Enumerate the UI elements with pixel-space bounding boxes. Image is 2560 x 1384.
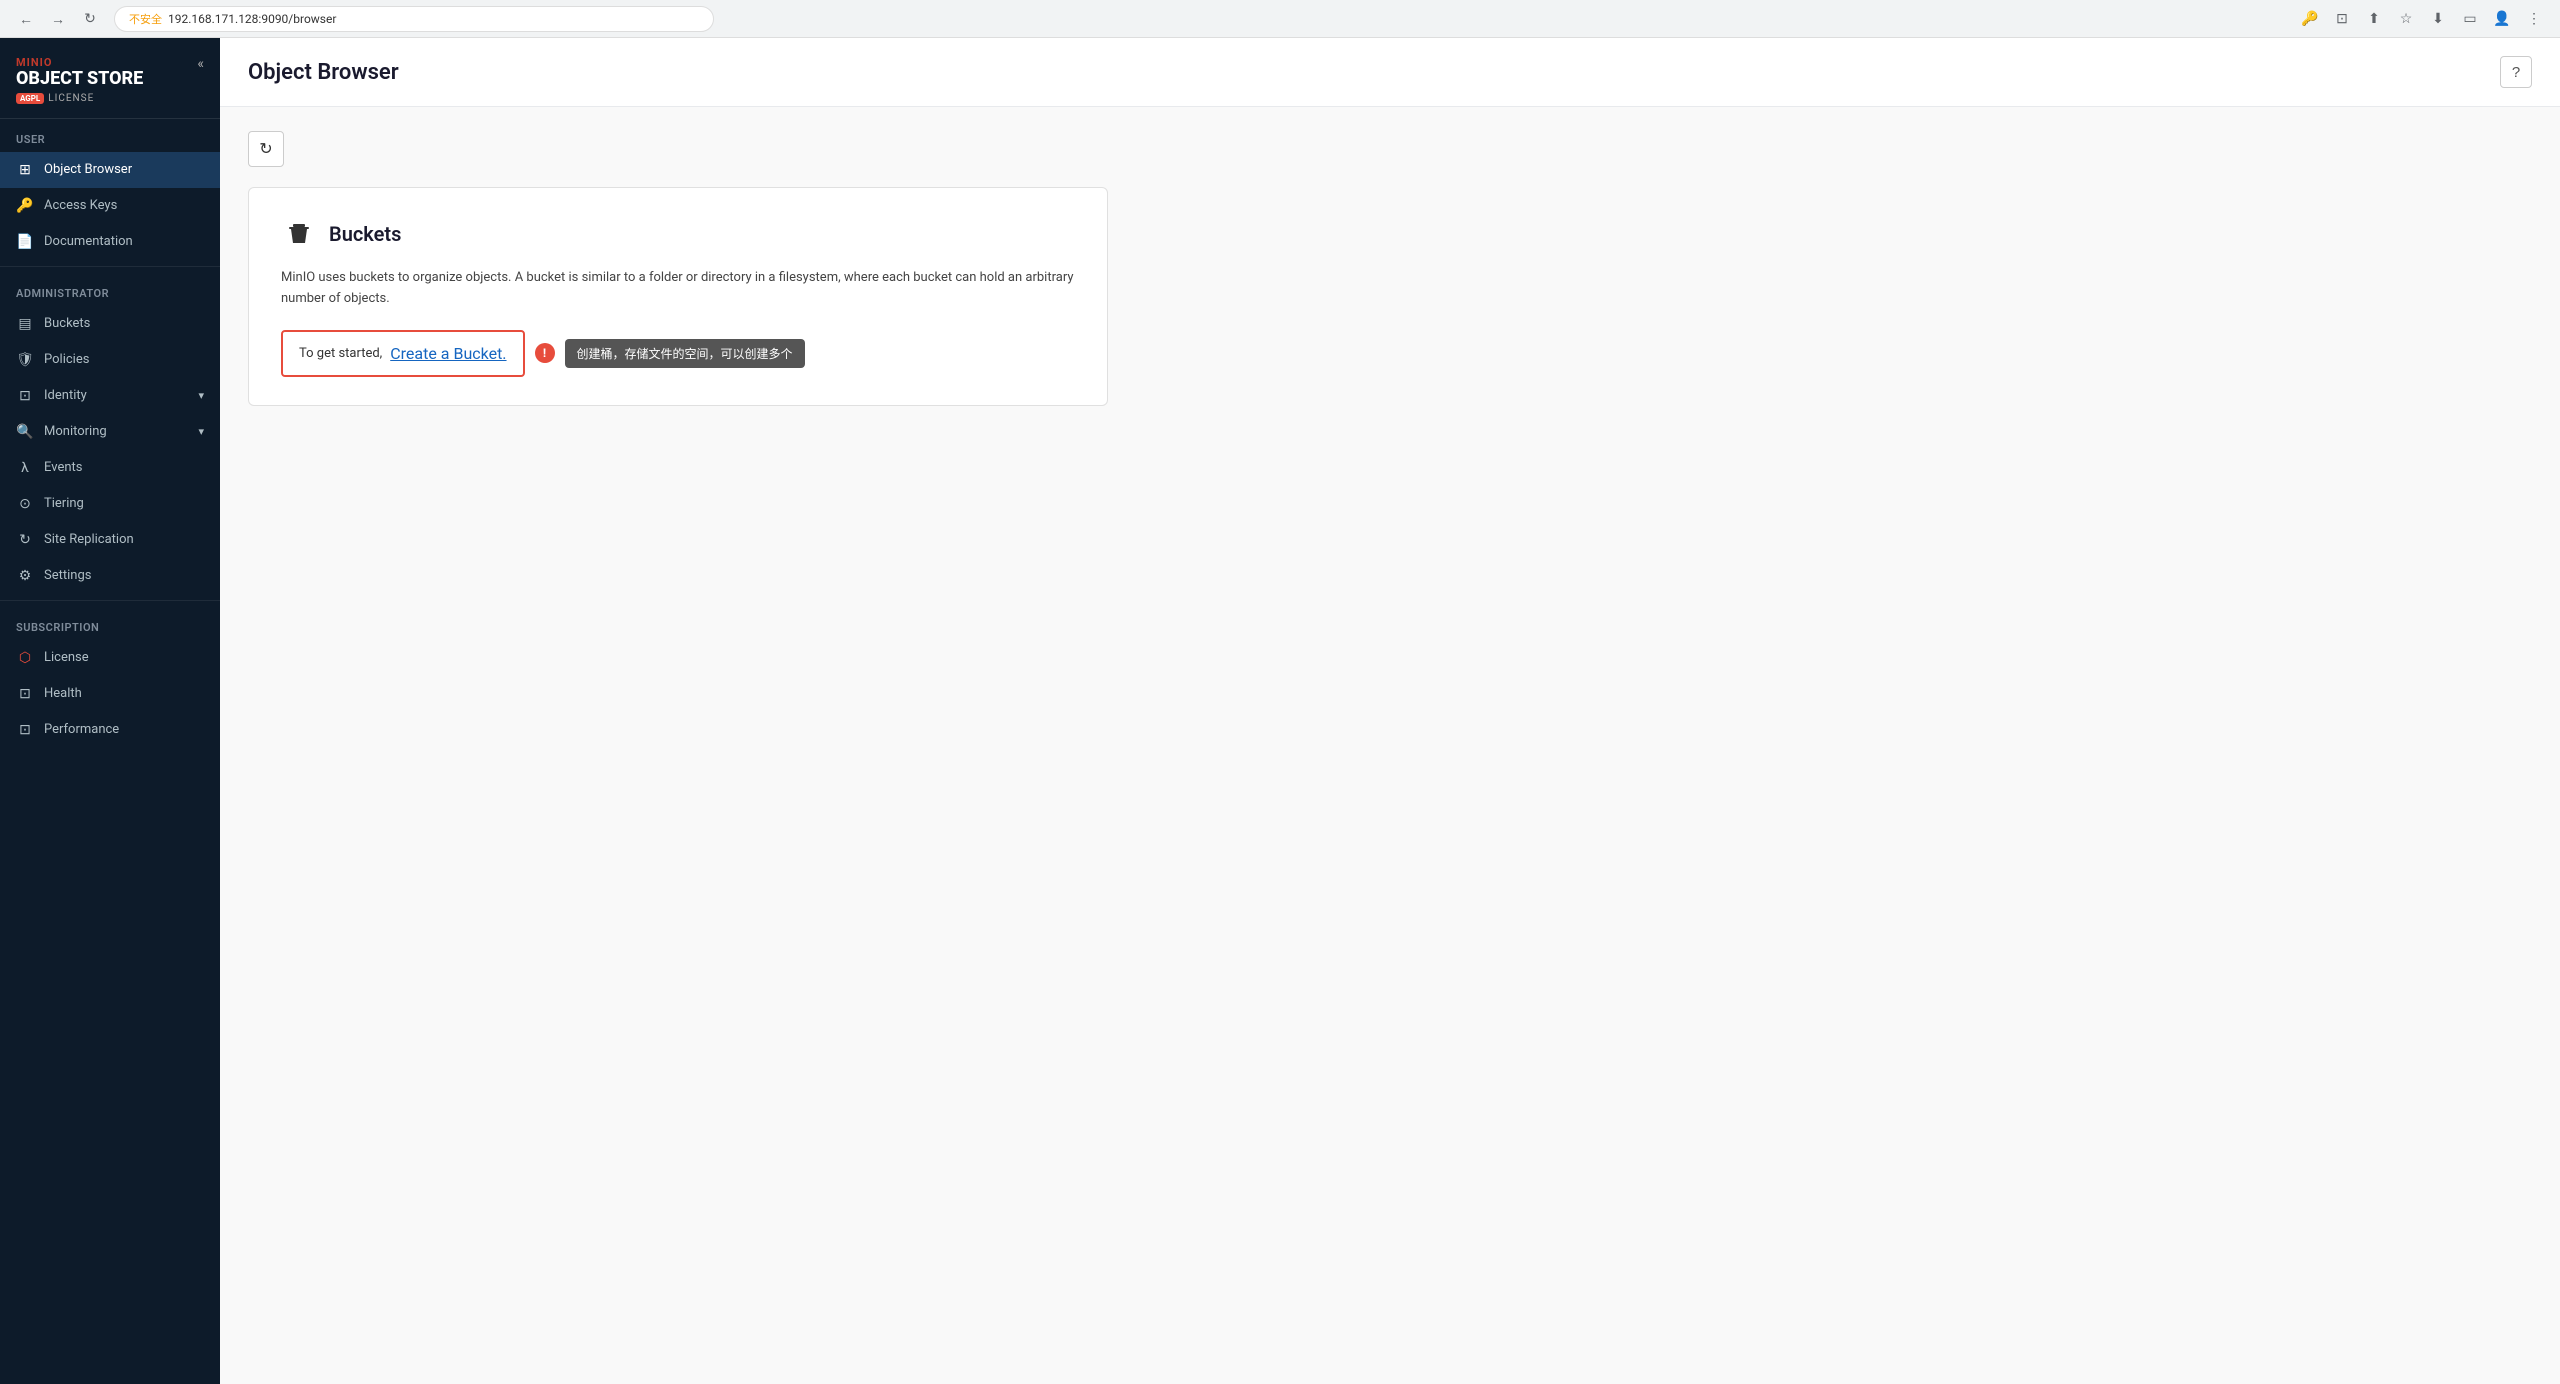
sidebar-item-label: Health (44, 686, 204, 701)
sidebar-item-license[interactable]: ⬡ License (0, 640, 220, 676)
browser-chrome: ← → ↻ 不安全 192.168.171.128:9090/browser 🔑… (0, 0, 2560, 38)
sidebar-item-label: Tiering (44, 496, 204, 511)
sidebar-item-label: Policies (44, 352, 204, 367)
identity-icon: ⊡ (16, 387, 34, 405)
security-warning: 不安全 (129, 11, 162, 27)
sidebar-item-performance[interactable]: ⊡ Performance (0, 712, 220, 748)
sidebar-item-label: License (44, 650, 204, 665)
sidebar: MINIO OBJECT STORE AGPL LICENSE « User ⊞… (0, 38, 220, 1384)
admin-section-label: Administrator (0, 273, 220, 306)
forward-button[interactable]: → (44, 5, 72, 33)
buckets-card-header: Buckets (281, 216, 1075, 252)
sidebar-item-object-browser[interactable]: ⊞ Object Browser (0, 152, 220, 188)
bookmark-btn[interactable]: ☆ (2392, 5, 2420, 33)
sidebar-item-label: Identity (44, 388, 188, 403)
get-started-row: To get started, Create a Bucket. ! 创建桶，存… (281, 330, 1075, 377)
logo-text: MINIO OBJECT STORE AGPL LICENSE (16, 56, 143, 104)
menu-btn[interactable]: ⋮ (2520, 5, 2548, 33)
monitoring-chevron-icon: ▾ (198, 425, 204, 438)
identity-chevron-icon: ▾ (198, 389, 204, 402)
agpl-badge: AGPL (16, 93, 44, 104)
main-body: ↻ Buckets MinIO uses buckets to organize… (220, 107, 2560, 1384)
logo-license: LICENSE (48, 93, 94, 104)
site-replication-icon: ↻ (16, 531, 34, 549)
sidebar-item-label: Performance (44, 722, 204, 737)
key-icon-btn[interactable]: 🔑 (2296, 5, 2324, 33)
sidebar-item-label: Events (44, 460, 204, 475)
get-started-box: To get started, Create a Bucket. (281, 330, 525, 377)
sidebar-collapse-btn[interactable]: « (197, 56, 204, 72)
sidebar-logo: MINIO OBJECT STORE AGPL LICENSE « (0, 38, 220, 119)
object-browser-icon: ⊞ (16, 161, 34, 179)
license-icon: ⬡ (16, 649, 34, 667)
sidebar-item-events[interactable]: λ Events (0, 450, 220, 486)
app: MINIO OBJECT STORE AGPL LICENSE « User ⊞… (0, 38, 2560, 1384)
access-keys-icon: 🔑 (16, 197, 34, 215)
sidebar-item-monitoring[interactable]: 🔍 Monitoring ▾ (0, 414, 220, 450)
settings-icon: ⚙ (16, 567, 34, 585)
share-btn[interactable]: ⬆ (2360, 5, 2388, 33)
health-icon: ⊡ (16, 685, 34, 703)
back-button[interactable]: ← (12, 5, 40, 33)
sidebar-item-label: Buckets (44, 316, 204, 331)
help-button[interactable]: ? (2500, 56, 2532, 88)
refresh-button[interactable]: ↻ (248, 131, 284, 167)
buckets-card-title: Buckets (329, 222, 401, 246)
sidebar-item-policies[interactable]: 🛡 Policies (0, 342, 220, 378)
buckets-description: MinIO uses buckets to organize objects. … (281, 268, 1075, 310)
policies-icon: 🛡 (16, 351, 34, 369)
events-icon: λ (16, 459, 34, 477)
user-section-label: User (0, 119, 220, 152)
tiering-icon: ⊙ (16, 495, 34, 513)
tooltip-icon: ! (535, 343, 555, 363)
sidebar-item-identity[interactable]: ⊡ Identity ▾ (0, 378, 220, 414)
sidebar-item-documentation[interactable]: 📄 Documentation (0, 224, 220, 260)
page-title: Object Browser (248, 60, 399, 85)
bucket-icon (281, 216, 317, 252)
browser-nav-buttons: ← → ↻ (12, 5, 104, 33)
cast-btn[interactable]: ⊡ (2328, 5, 2356, 33)
sidebar-item-label: Settings (44, 568, 204, 583)
sidebar-item-label: Access Keys (44, 198, 204, 213)
sidebar-item-label: Monitoring (44, 424, 188, 439)
create-bucket-link[interactable]: Create a Bucket. (390, 344, 506, 363)
url-text: 192.168.171.128:9090/browser (168, 12, 336, 26)
get-started-text: To get started, (299, 346, 382, 361)
sidebar-divider-2 (0, 600, 220, 601)
sidebar-item-label: Object Browser (44, 162, 204, 177)
sidebar-item-buckets[interactable]: ▤ Buckets (0, 306, 220, 342)
performance-icon: ⊡ (16, 721, 34, 739)
documentation-icon: 📄 (16, 233, 34, 251)
sidebar-item-settings[interactable]: ⚙ Settings (0, 558, 220, 594)
sidebar-item-label: Site Replication (44, 532, 204, 547)
sidebar-toggle-btn[interactable]: ▭ (2456, 5, 2484, 33)
bucket-svg-icon (284, 219, 314, 249)
download-btn[interactable]: ⬇ (2424, 5, 2452, 33)
main-header: Object Browser ? (220, 38, 2560, 107)
sidebar-item-access-keys[interactable]: 🔑 Access Keys (0, 188, 220, 224)
sidebar-divider (0, 266, 220, 267)
sidebar-item-health[interactable]: ⊡ Health (0, 676, 220, 712)
sidebar-item-tiering[interactable]: ⊙ Tiering (0, 486, 220, 522)
logo-object-store: OBJECT STORE (16, 69, 143, 89)
buckets-card: Buckets MinIO uses buckets to organize o… (248, 187, 1108, 406)
sidebar-item-label: Documentation (44, 234, 204, 249)
monitoring-icon: 🔍 (16, 423, 34, 441)
buckets-icon: ▤ (16, 315, 34, 333)
tooltip-bubble: 创建桶，存储文件的空间，可以创建多个 (565, 339, 805, 368)
reload-button[interactable]: ↻ (76, 5, 104, 33)
browser-actions: 🔑 ⊡ ⬆ ☆ ⬇ ▭ 👤 ⋮ (2296, 5, 2548, 33)
profile-btn[interactable]: 👤 (2488, 5, 2516, 33)
subscription-section-label: Subscription (0, 607, 220, 640)
sidebar-item-site-replication[interactable]: ↻ Site Replication (0, 522, 220, 558)
logo-agpl: AGPL LICENSE (16, 93, 143, 104)
main-content: Object Browser ? ↻ Buckets MinIO uses b (220, 38, 2560, 1384)
address-bar[interactable]: 不安全 192.168.171.128:9090/browser (114, 6, 714, 32)
